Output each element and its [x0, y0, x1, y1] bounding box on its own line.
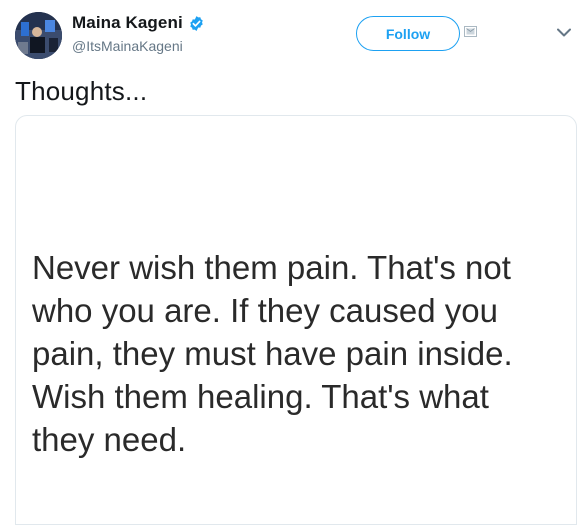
tweet-header: Maina Kageni @ItsMainaKageni Follow [0, 0, 585, 70]
dm-icon[interactable] [464, 26, 477, 37]
user-handle[interactable]: @ItsMainaKageni [72, 38, 205, 54]
display-name[interactable]: Maina Kageni [72, 13, 183, 33]
avatar[interactable] [15, 12, 62, 59]
tweet-image[interactable]: Never wish them pain. That's not who you… [15, 115, 577, 525]
author-block: Maina Kageni @ItsMainaKageni [72, 12, 205, 54]
tweet-text: Thoughts... [15, 76, 148, 106]
follow-button[interactable]: Follow [356, 16, 460, 51]
verified-badge-icon [190, 15, 203, 31]
chevron-down-icon[interactable] [557, 28, 571, 37]
display-name-row: Maina Kageni [72, 12, 205, 34]
image-quote-text: Never wish them pain. That's not who you… [32, 249, 513, 458]
avatar-image [15, 12, 62, 59]
